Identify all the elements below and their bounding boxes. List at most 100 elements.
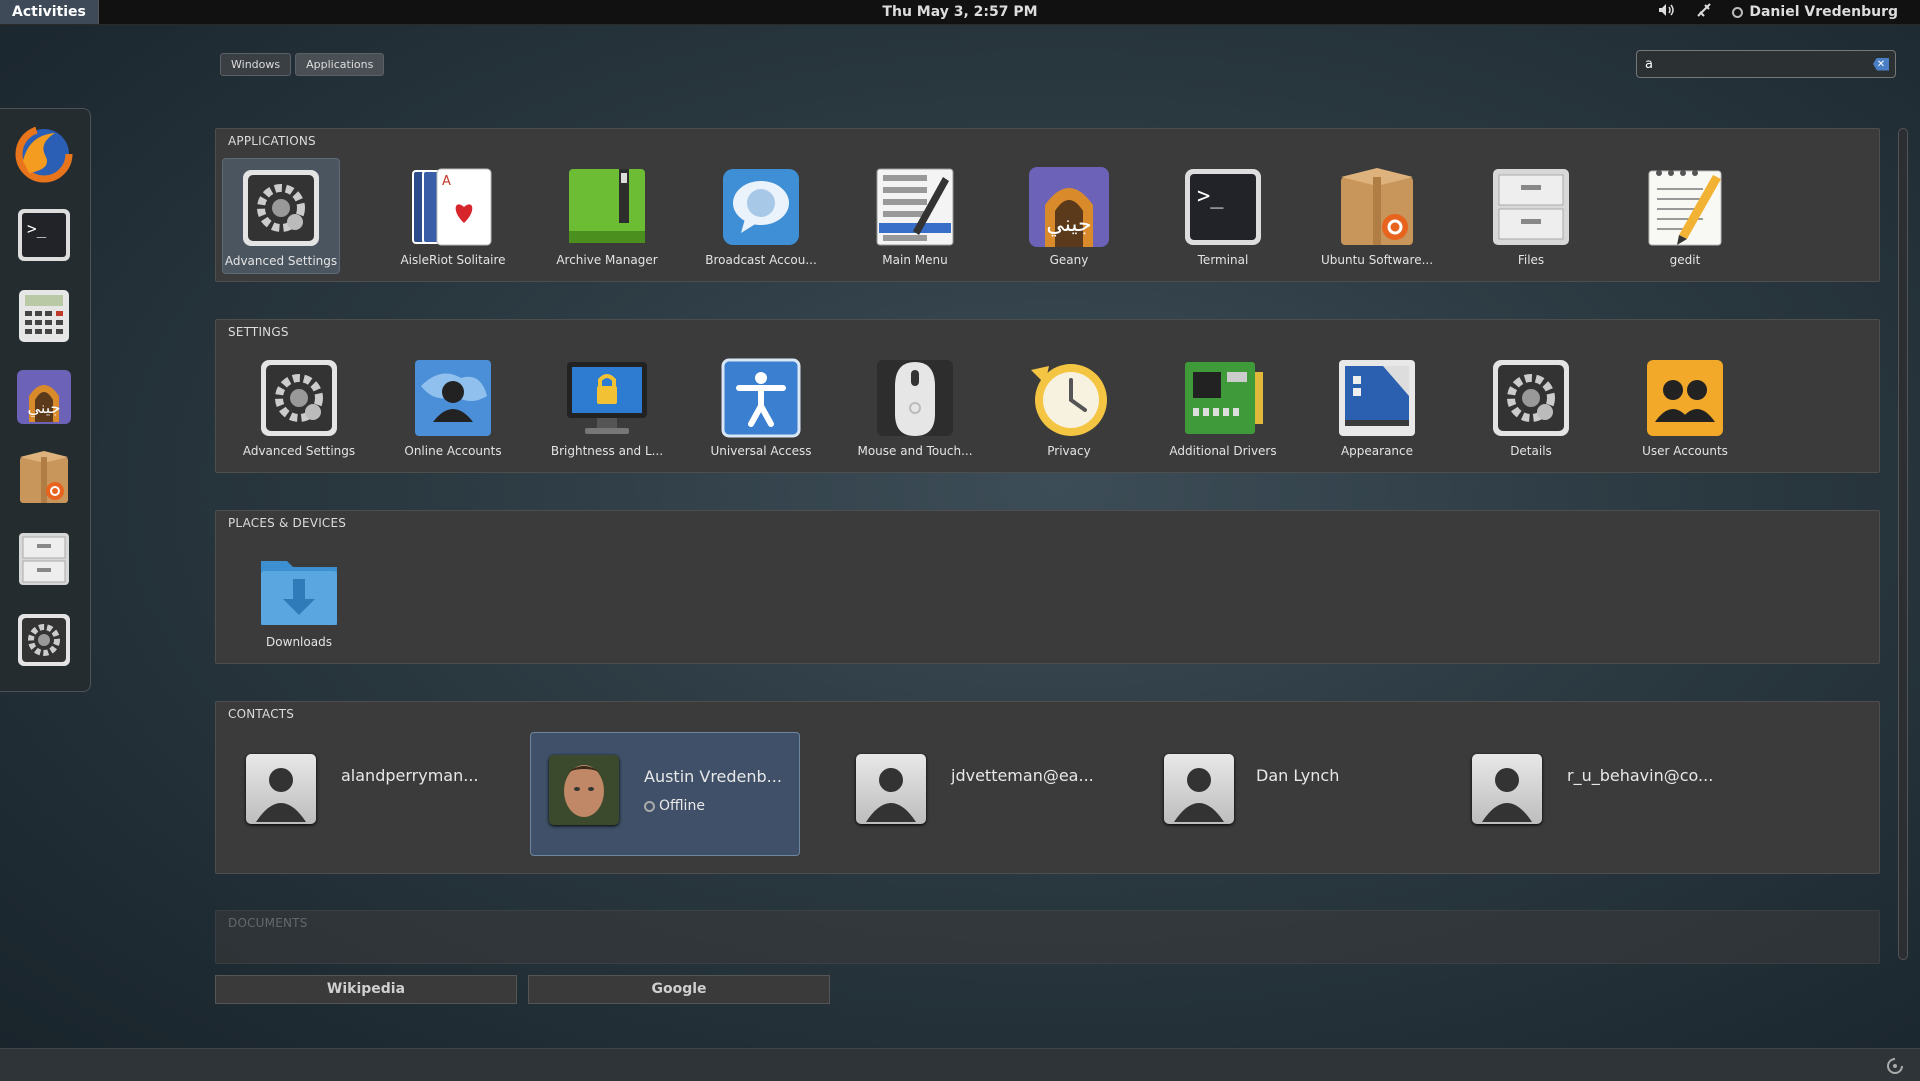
setting-privacy[interactable]: Privacy [992,349,1146,465]
monitor-lock-icon [565,356,649,440]
app-geany[interactable]: جيني Geany [992,158,1146,274]
downloads-folder-icon [257,547,341,631]
app-label: Main Menu [882,253,948,267]
app-label: Universal Access [710,444,812,458]
app-label: Appearance [1340,444,1414,458]
default-avatar-icon [246,754,316,824]
contact-card[interactable]: Dan Lynch [1146,732,1416,856]
app-label: Archive Manager [556,253,658,267]
clock[interactable]: Thu May 3, 2:57 PM [0,0,1920,24]
appearance-icon [1335,356,1419,440]
app-terminal[interactable]: >_ Terminal [1146,158,1300,274]
search-input[interactable] [1643,55,1873,73]
app-archive-manager[interactable]: Archive Manager [530,158,684,274]
contact-card[interactable]: jdvetteman@ea... [838,732,1108,856]
app-aisleriot-solitaire[interactable]: A AisleRiot Solitaire [376,158,530,274]
app-label: User Accounts [1642,444,1728,458]
app-label: Terminal [1197,253,1249,267]
setting-online-accounts[interactable]: Online Accounts [376,349,530,465]
contact-name: Austin Vredenb... [644,767,782,786]
app-label: Details [1510,444,1552,458]
broadcast-icon [719,165,803,249]
contact-card[interactable]: r_u_behavin@co... [1454,732,1724,856]
archive-icon [565,165,649,249]
app-broadcast-accounts[interactable]: Broadcast Accou... [684,158,838,274]
top-panel: Activities Thu May 3, 2:57 PM Daniel Vre… [0,0,1920,25]
settings-row: Advanced Settings Online Accounts Bright… [222,349,1762,465]
calculator-icon[interactable] [15,287,73,345]
privacy-clock-icon [1027,356,1111,440]
user-accounts-icon [1643,356,1727,440]
contact-status: Offline [644,798,705,814]
activities-button[interactable]: Activities [0,0,99,24]
app-ubuntu-software[interactable]: Ubuntu Software... [1300,158,1454,274]
clear-search-icon[interactable]: ✕ [1873,57,1889,71]
setting-appearance[interactable]: Appearance [1300,349,1454,465]
app-label: Advanced Settings [224,254,338,268]
status-tray: Daniel Vredenburg [1658,0,1898,24]
setting-universal-access[interactable]: Universal Access [684,349,838,465]
user-menu[interactable]: Daniel Vredenburg [1732,4,1898,20]
notification-icon[interactable] [1886,1057,1904,1079]
wikipedia-search-button[interactable]: Wikipedia [215,975,517,1004]
settings-icon[interactable] [15,611,73,669]
settings-section: SETTINGS Advanced Settings Online Accoun… [215,319,1880,473]
software-center-icon[interactable] [15,449,73,507]
contact-name: r_u_behavin@co... [1567,766,1714,785]
app-label: Additional Drivers [1169,444,1277,458]
app-label: AisleRiot Solitaire [400,253,506,267]
results-scrollbar[interactable] [1898,128,1908,960]
app-label: Downloads [266,635,332,649]
section-title-settings: SETTINGS [228,325,289,339]
section-title-documents: DOCUMENTS [228,916,308,930]
tab-windows[interactable]: Windows [220,53,292,76]
tab-applications[interactable]: Applications [295,53,385,76]
setting-advanced-settings[interactable]: Advanced Settings [222,349,376,465]
places-row: Downloads [222,540,376,656]
files-icon [1489,165,1573,249]
default-avatar-icon [1472,754,1542,824]
setting-mouse-touchpad[interactable]: Mouse and Touch... [838,349,992,465]
app-advanced-settings[interactable]: Advanced Settings [222,158,340,274]
files-icon[interactable] [15,530,73,588]
google-search-button[interactable]: Google [528,975,830,1004]
firefox-icon[interactable] [15,125,73,183]
section-title-places: PLACES & DEVICES [228,516,347,530]
menu-editor-icon [873,165,957,249]
online-accounts-icon [411,356,495,440]
app-label: Advanced Settings [242,444,356,458]
default-avatar-icon [1164,754,1234,824]
app-label: Online Accounts [404,444,502,458]
app-label: Brightness and L... [550,444,664,458]
app-main-menu[interactable]: Main Menu [838,158,992,274]
terminal-icon[interactable]: >_ [15,206,73,264]
svg-text:>_: >_ [1197,184,1224,209]
view-selector: Windows Applications [220,53,385,76]
places-section: PLACES & DEVICES Downloads [215,510,1880,664]
app-gedit[interactable]: gedit [1608,158,1762,274]
terminal-icon: >_ [1181,165,1265,249]
driver-chip-icon [1181,356,1265,440]
contact-card-selected[interactable]: Austin Vredenb... Offline [530,732,800,856]
user-name: Daniel Vredenburg [1749,4,1898,20]
network-icon[interactable] [1696,2,1712,22]
advanced-settings-icon [257,356,341,440]
setting-additional-drivers[interactable]: Additional Drivers [1146,349,1300,465]
app-files[interactable]: Files [1454,158,1608,274]
geany-icon[interactable]: جيني [15,368,73,426]
place-downloads[interactable]: Downloads [222,540,376,656]
geany-icon: جيني [1027,165,1111,249]
offline-status-icon [644,800,655,812]
volume-icon[interactable] [1658,3,1676,21]
app-label: Files [1517,253,1545,267]
message-tray [0,1048,1920,1081]
app-label: Privacy [1047,444,1091,458]
setting-brightness-lock[interactable]: Brightness and L... [530,349,684,465]
contact-card[interactable]: alandperryman... [228,732,498,856]
search-box: ✕ [1636,50,1896,78]
contact-name: alandperryman... [341,766,479,785]
svg-text:جيني: جيني [1046,212,1091,237]
setting-user-accounts[interactable]: User Accounts [1608,349,1762,465]
setting-details[interactable]: Details [1454,349,1608,465]
applications-section: APPLICATIONS Advanced Settings A AisleRi… [215,128,1880,282]
